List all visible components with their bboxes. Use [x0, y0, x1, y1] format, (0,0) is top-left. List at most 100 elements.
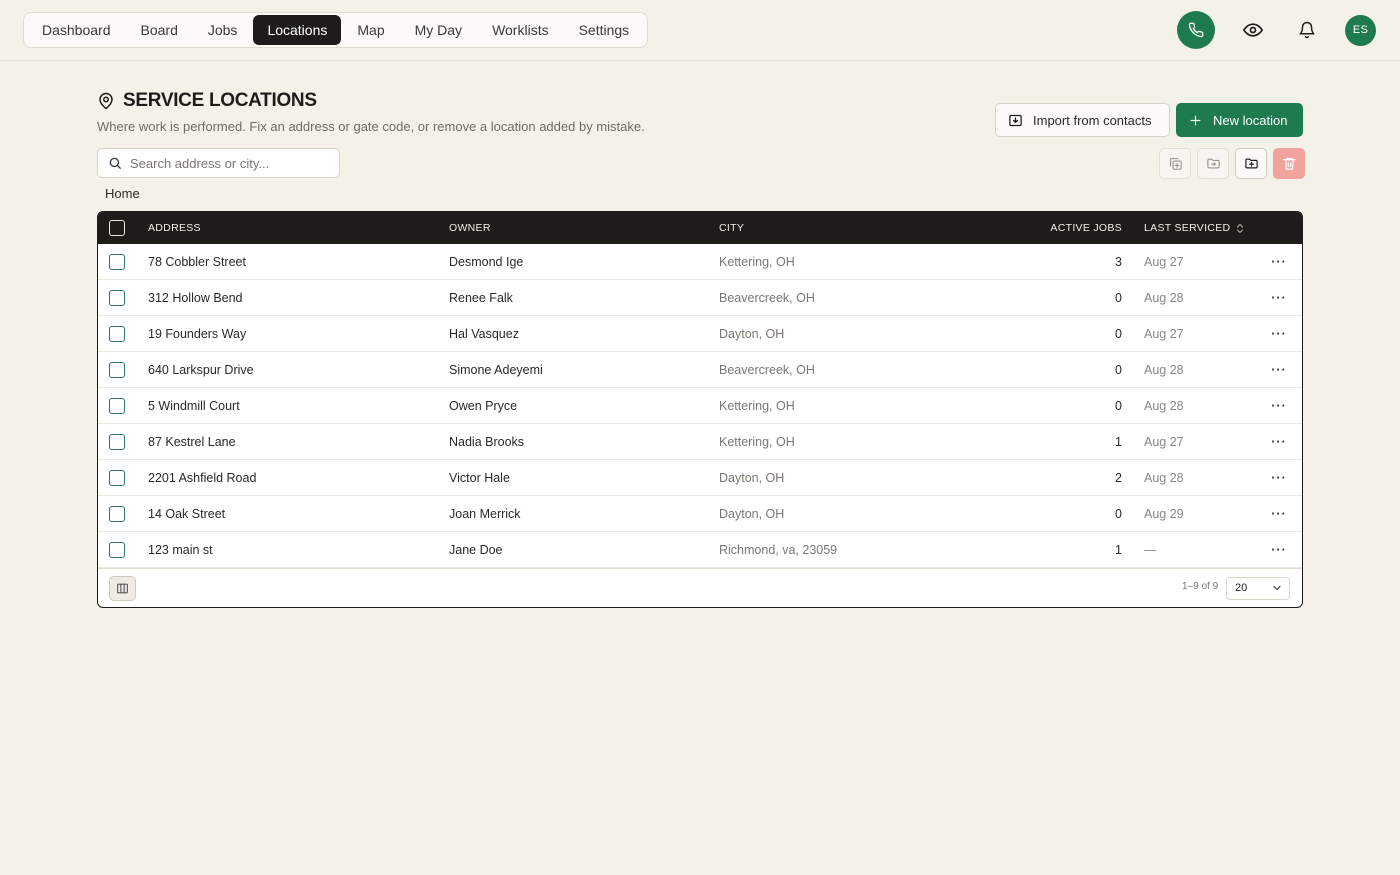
cell-active-jobs: 1 — [1115, 543, 1122, 557]
table-row[interactable]: 640 Larkspur Drive Simone Adeyemi Beaver… — [98, 352, 1302, 388]
row-more-button[interactable]: ··· — [1268, 460, 1290, 496]
cell-last-serviced: Aug 28 — [1144, 291, 1184, 305]
top-right-actions: ES — [1177, 11, 1376, 49]
cell-last-serviced: Aug 28 — [1144, 471, 1184, 485]
row-checkbox[interactable] — [109, 434, 125, 450]
cell-city: Dayton, OH — [719, 471, 785, 485]
cell-last-serviced: Aug 27 — [1144, 327, 1184, 341]
cell-active-jobs: 2 — [1115, 471, 1122, 485]
header-last-serviced[interactable]: LAST SERVICED — [1144, 212, 1244, 244]
nav-dashboard[interactable]: Dashboard — [28, 15, 125, 45]
row-checkbox[interactable] — [109, 398, 125, 414]
header-address[interactable]: ADDRESS — [148, 212, 201, 244]
table-row[interactable]: 2201 Ashfield Road Victor Hale Dayton, O… — [98, 460, 1302, 496]
page-size-select[interactable]: 20 — [1226, 577, 1290, 600]
trash-icon — [1282, 157, 1296, 170]
row-more-button[interactable]: ··· — [1268, 388, 1290, 424]
nav-worklists[interactable]: Worklists — [478, 15, 563, 45]
row-checkbox[interactable] — [109, 290, 125, 306]
header-city[interactable]: CITY — [719, 212, 744, 244]
search-icon — [109, 157, 121, 169]
page-title-group: SERVICE LOCATIONS — [97, 90, 317, 112]
columns-icon — [117, 583, 128, 594]
row-checkbox[interactable] — [109, 470, 125, 486]
row-checkbox[interactable] — [109, 542, 125, 558]
import-contacts-label: Import from contacts — [1033, 112, 1152, 128]
search-input[interactable] — [130, 155, 320, 171]
cell-address: 640 Larkspur Drive — [148, 363, 254, 377]
user-avatar[interactable]: ES — [1345, 14, 1376, 46]
row-more-button[interactable]: ··· — [1268, 352, 1290, 388]
new-location-button[interactable]: New location — [1176, 103, 1303, 137]
new-location-label: New location — [1213, 112, 1288, 128]
columns-button[interactable] — [109, 576, 136, 601]
cell-last-serviced: Aug 28 — [1144, 399, 1184, 413]
table-row[interactable]: 5 Windmill Court Owen Pryce Kettering, O… — [98, 388, 1302, 424]
import-contacts-button[interactable]: Import from contacts — [995, 103, 1170, 137]
row-more-button[interactable]: ··· — [1268, 244, 1290, 280]
duplicate-button[interactable] — [1159, 148, 1191, 179]
row-checkbox[interactable] — [109, 362, 125, 378]
table-row[interactable]: 19 Founders Way Hal Vasquez Dayton, OH 0… — [98, 316, 1302, 352]
cell-last-serviced: Aug 27 — [1144, 435, 1184, 449]
row-checkbox[interactable] — [109, 326, 125, 342]
nav-jobs[interactable]: Jobs — [194, 15, 252, 45]
cell-address: 87 Kestrel Lane — [148, 435, 236, 449]
cell-address: 2201 Ashfield Road — [148, 471, 257, 485]
sort-icon — [1237, 223, 1244, 233]
select-all-checkbox[interactable] — [109, 220, 125, 236]
cell-last-serviced: Aug 29 — [1144, 507, 1184, 521]
cell-active-jobs: 0 — [1115, 507, 1122, 521]
nav-locations[interactable]: Locations — [253, 15, 342, 45]
table-row[interactable]: 87 Kestrel Lane Nadia Brooks Kettering, … — [98, 424, 1302, 460]
cell-active-jobs: 0 — [1115, 291, 1122, 305]
cell-city: Beavercreek, OH — [719, 363, 815, 377]
cell-city: Dayton, OH — [719, 327, 785, 341]
top-bar: Dashboard Board Jobs Locations Map My Da… — [0, 0, 1400, 61]
cell-last-serviced: Aug 28 — [1144, 363, 1184, 377]
copy-icon — [1169, 157, 1182, 170]
delete-button[interactable] — [1273, 148, 1305, 179]
nav-settings[interactable]: Settings — [565, 15, 644, 45]
move-button[interactable] — [1197, 148, 1229, 179]
folder-move-icon — [1206, 158, 1220, 169]
cell-city: Kettering, OH — [719, 399, 795, 413]
cell-owner: Nadia Brooks — [449, 435, 525, 449]
cell-owner: Simone Adeyemi — [449, 363, 543, 377]
main-nav: Dashboard Board Jobs Locations Map My Da… — [23, 12, 649, 48]
cell-city: Kettering, OH — [719, 435, 795, 449]
cell-last-serviced: — — [1144, 543, 1157, 557]
nav-board[interactable]: Board — [127, 15, 192, 45]
row-more-button[interactable]: ··· — [1268, 316, 1290, 352]
search-box — [97, 148, 340, 178]
table-row[interactable]: 123 main st Jane Doe Richmond, va, 23059… — [98, 532, 1302, 568]
header-active-jobs[interactable]: ACTIVE JOBS — [1038, 212, 1122, 244]
row-checkbox[interactable] — [109, 254, 125, 270]
page-subtitle: Where work is performed. Fix an address … — [97, 119, 645, 134]
header-last-serviced-label: LAST SERVICED — [1144, 222, 1231, 234]
page-title: SERVICE LOCATIONS — [123, 90, 317, 111]
nav-my-day[interactable]: My Day — [401, 15, 476, 45]
table-row[interactable]: 312 Hollow Bend Renee Falk Beavercreek, … — [98, 280, 1302, 316]
row-more-button[interactable]: ··· — [1268, 532, 1290, 568]
row-more-button[interactable]: ··· — [1268, 280, 1290, 316]
new-folder-button[interactable] — [1235, 148, 1267, 179]
call-button[interactable] — [1177, 11, 1215, 49]
row-more-button[interactable]: ··· — [1268, 496, 1290, 532]
row-checkbox[interactable] — [109, 506, 125, 522]
header-owner[interactable]: OWNER — [449, 212, 491, 244]
cell-city: Beavercreek, OH — [719, 291, 815, 305]
cell-active-jobs: 0 — [1115, 327, 1122, 341]
map-pin-icon — [99, 92, 113, 110]
table-row[interactable]: 78 Cobbler Street Desmond Ige Kettering,… — [98, 244, 1302, 280]
preview-button[interactable] — [1237, 14, 1269, 46]
table-row[interactable]: 14 Oak Street Joan Merrick Dayton, OH 0 … — [98, 496, 1302, 532]
notifications-button[interactable] — [1291, 14, 1323, 46]
cell-city: Dayton, OH — [719, 507, 785, 521]
breadcrumb[interactable]: Home — [105, 186, 140, 201]
cell-address: 5 Windmill Court — [148, 399, 240, 413]
nav-map[interactable]: Map — [343, 15, 398, 45]
page-size-value: 20 — [1235, 582, 1248, 594]
cell-active-jobs: 1 — [1115, 435, 1122, 449]
row-more-button[interactable]: ··· — [1268, 424, 1290, 460]
